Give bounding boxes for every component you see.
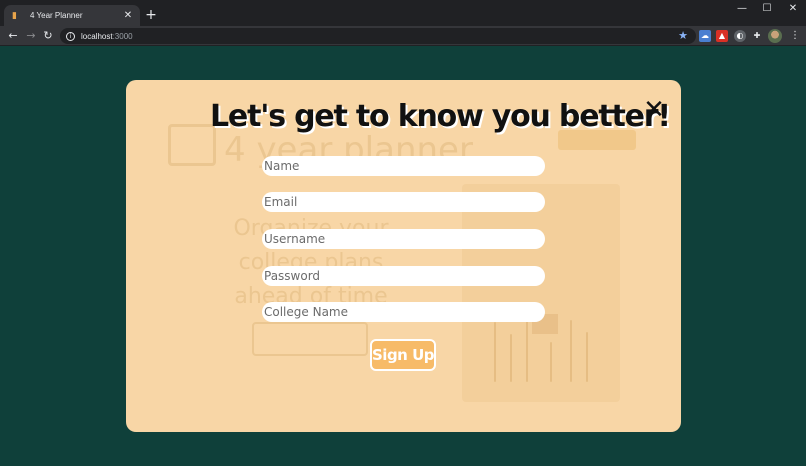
extension-pdf-icon[interactable]: ▲: [716, 30, 728, 42]
email-field[interactable]: [262, 192, 545, 212]
tab-title: 4 Year Planner: [30, 11, 83, 20]
url-host: localhost: [81, 31, 113, 41]
favicon-icon: ▮: [12, 10, 17, 21]
address-bar[interactable]: i localhost :3000 ★: [60, 28, 696, 44]
name-field[interactable]: [262, 156, 545, 176]
minimize-icon[interactable]: —: [735, 3, 749, 15]
puzzle-icon[interactable]: ✚: [751, 30, 763, 42]
reload-icon[interactable]: ↻: [41, 29, 55, 43]
close-icon[interactable]: ✕: [642, 97, 666, 123]
username-field[interactable]: [262, 229, 545, 249]
background-tagline: Organize your college plans ahead of tim…: [233, 216, 388, 309]
browser-tab-bar: ▮ 4 Year Planner ✕ + — ☐ ✕: [0, 0, 806, 26]
background-illustration: [462, 184, 620, 402]
star-icon[interactable]: ★: [678, 29, 688, 43]
background-cta-button: [252, 322, 368, 356]
planner-logo-icon: [168, 124, 216, 166]
profile-avatar[interactable]: [768, 29, 782, 43]
college-name-field[interactable]: [262, 302, 545, 322]
browser-toolbar: ← → ↻ i localhost :3000 ★ ☁ ▲ ◐ ✚ ⋮: [0, 26, 806, 46]
tab-close-icon[interactable]: ✕: [122, 10, 134, 21]
maximize-icon[interactable]: ☐: [760, 3, 774, 15]
signup-modal: 4 year planner Organize your college pla…: [126, 80, 681, 432]
site-info-icon[interactable]: i: [66, 31, 75, 41]
back-icon[interactable]: ←: [6, 29, 20, 43]
modal-heading: Let's get to know you better!: [210, 99, 671, 134]
forward-icon[interactable]: →: [24, 29, 38, 43]
sign-up-button[interactable]: Sign Up: [370, 339, 436, 371]
extension-cloud-icon[interactable]: ☁: [699, 30, 711, 42]
window-close-icon[interactable]: ✕: [786, 3, 800, 15]
page-viewport: 4 year planner Organize your college pla…: [0, 46, 806, 466]
browser-tab[interactable]: ▮ 4 Year Planner ✕: [4, 5, 140, 26]
new-tab-button[interactable]: +: [144, 8, 158, 22]
password-field[interactable]: [262, 266, 545, 286]
kebab-menu-icon[interactable]: ⋮: [790, 29, 800, 43]
extension-shield-icon[interactable]: ◐: [734, 30, 746, 42]
url-port: :3000: [112, 31, 133, 41]
